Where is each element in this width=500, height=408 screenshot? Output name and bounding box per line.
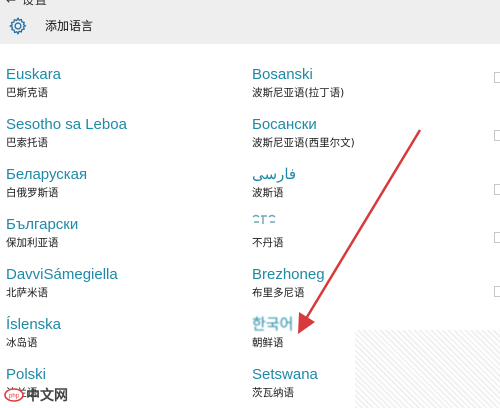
svg-text:php: php [9, 394, 20, 400]
php-logo-icon: php [4, 388, 24, 402]
watermark-text: 中文网 [26, 387, 68, 403]
watermark: php 中文网 [4, 385, 68, 405]
watermark-noise [355, 330, 500, 408]
